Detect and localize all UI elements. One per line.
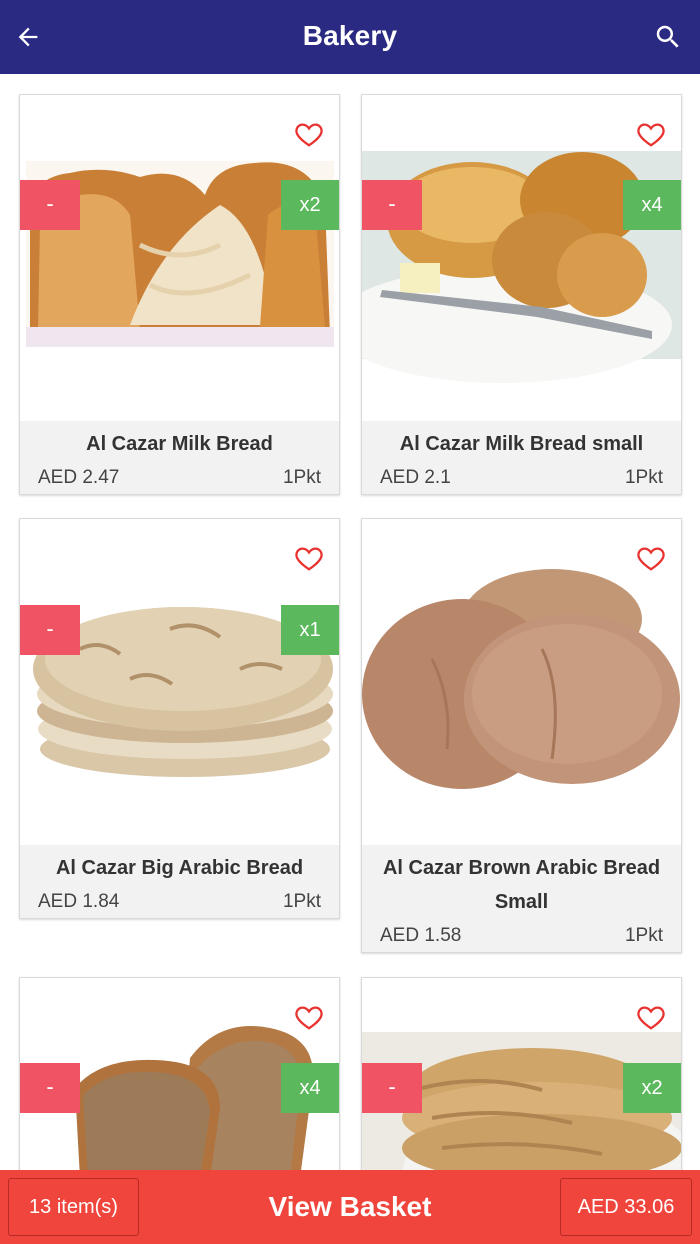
page-title: Bakery bbox=[302, 20, 398, 51]
product-price: AED 2.47 bbox=[38, 467, 120, 488]
brown-pita-bread-image bbox=[362, 569, 680, 789]
product-image-area bbox=[20, 95, 339, 421]
product-card[interactable]: - x2 Al Cazar Milk Bread AED 2.47 1Pkt bbox=[19, 94, 340, 495]
product-card[interactable]: - x4 Al Cazar Milk Bread small AED 2.1 1… bbox=[361, 94, 682, 495]
product-price: AED 1.84 bbox=[38, 891, 120, 912]
product-info: Al Cazar Milk Bread AED 2.47 1Pkt bbox=[20, 421, 339, 494]
product-card[interactable]: - x1 Al Cazar Big Arabic Bread AED 1.84 … bbox=[19, 518, 340, 919]
decrease-quantity-button[interactable]: - bbox=[20, 605, 80, 655]
product-unit: 1Pkt bbox=[624, 467, 663, 488]
decrease-quantity-button[interactable]: - bbox=[20, 1063, 80, 1113]
heart-icon[interactable] bbox=[293, 1002, 325, 1032]
quantity-badge[interactable]: x4 bbox=[281, 1063, 339, 1113]
product-unit: 1Pkt bbox=[282, 891, 321, 912]
top-app-bar: Bakery bbox=[0, 0, 700, 74]
milk-bread-loaf-image bbox=[26, 161, 334, 347]
search-button[interactable] bbox=[650, 18, 686, 56]
quantity-badge[interactable]: x1 bbox=[281, 605, 339, 655]
bakery-screen: Bakery - x2 Al Cazar Milk Bread AED 2.47… bbox=[0, 0, 700, 1244]
stacked-pita-bread-image bbox=[33, 607, 333, 777]
quantity-badge[interactable]: x2 bbox=[623, 1063, 681, 1113]
search-icon bbox=[656, 25, 679, 48]
product-meta: AED 1.84 1Pkt bbox=[20, 885, 339, 918]
product-price: AED 2.1 bbox=[380, 467, 451, 488]
quantity-badge[interactable]: x2 bbox=[281, 180, 339, 230]
product-meta: AED 1.58 1Pkt bbox=[362, 919, 681, 952]
product-price: AED 1.58 bbox=[380, 925, 462, 946]
product-name: Al Cazar Brown Arabic Bread Small bbox=[382, 857, 661, 913]
decrease-quantity-button[interactable]: - bbox=[362, 180, 422, 230]
product-card[interactable]: Al Cazar Brown Arabic Bread Small AED 1.… bbox=[361, 518, 682, 953]
basket-total[interactable]: AED 33.06 bbox=[560, 1178, 692, 1236]
heart-icon[interactable] bbox=[293, 119, 325, 149]
product-meta: AED 2.47 1Pkt bbox=[20, 461, 339, 494]
quantity-badge[interactable]: x4 bbox=[623, 180, 681, 230]
decrease-quantity-button[interactable]: - bbox=[20, 180, 80, 230]
heart-icon[interactable] bbox=[293, 543, 325, 573]
product-name: Al Cazar Milk Bread bbox=[86, 433, 273, 455]
product-image-area bbox=[362, 519, 681, 845]
product-unit: 1Pkt bbox=[282, 467, 321, 488]
product-name: Al Cazar Milk Bread small bbox=[399, 433, 644, 455]
product-meta: AED 2.1 1Pkt bbox=[362, 461, 681, 494]
heart-icon[interactable] bbox=[635, 1002, 667, 1032]
basket-item-count[interactable]: 13 item(s) bbox=[8, 1178, 139, 1236]
bread-rolls-plate-image bbox=[362, 151, 681, 383]
product-unit: 1Pkt bbox=[624, 925, 663, 946]
product-name: Al Cazar Big Arabic Bread bbox=[55, 857, 304, 879]
product-info: Al Cazar Brown Arabic Bread Small AED 1.… bbox=[362, 845, 681, 952]
basket-bar: 13 item(s) View Basket AED 33.06 bbox=[0, 1170, 700, 1244]
product-image-area bbox=[362, 95, 681, 421]
view-basket-button[interactable]: View Basket bbox=[269, 1191, 432, 1222]
product-info: Al Cazar Milk Bread small AED 2.1 1Pkt bbox=[362, 421, 681, 494]
decrease-quantity-button[interactable]: - bbox=[362, 1063, 422, 1113]
heart-icon[interactable] bbox=[635, 119, 667, 149]
product-info: Al Cazar Big Arabic Bread AED 1.84 1Pkt bbox=[20, 845, 339, 918]
heart-icon[interactable] bbox=[635, 543, 667, 573]
product-image-area bbox=[20, 519, 339, 845]
